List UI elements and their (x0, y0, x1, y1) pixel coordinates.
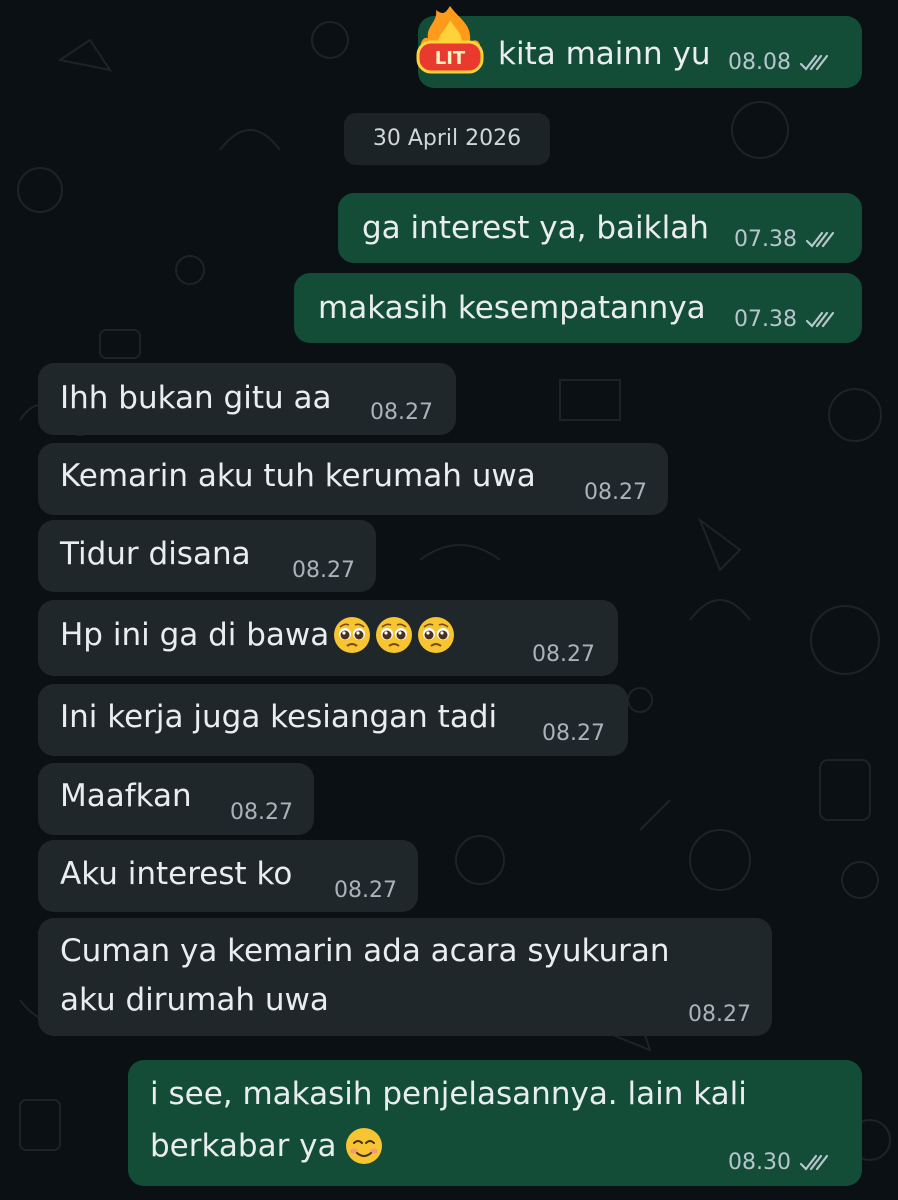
message-time: 08.27 (334, 878, 397, 903)
message-time: 08.08 (728, 50, 791, 75)
double-check-icon (799, 1154, 829, 1171)
double-check-icon (799, 54, 829, 71)
message-text-line-1: i see, makasih penjelasannya. lain kali (150, 1076, 747, 1112)
message-text: Maafkan (60, 778, 192, 814)
outgoing-message[interactable]: makasih kesempatannya 07.38 (294, 273, 862, 343)
incoming-message[interactable]: Hp ini ga di bawa 08.27 (38, 600, 618, 676)
message-text: Ini kerja juga kesiangan tadi (60, 699, 498, 735)
double-check-icon (805, 311, 835, 328)
message-time: 08.27 (688, 1002, 751, 1027)
incoming-message[interactable]: Ihh bukan gitu aa 08.27 (38, 363, 456, 435)
date-separator: 30 April 2026 (344, 113, 550, 165)
message-meta: 08.27 (584, 480, 647, 505)
outgoing-message[interactable]: ga interest ya, baiklah 07.38 (338, 193, 862, 263)
svg-text:LIT: LIT (435, 48, 466, 69)
message-text-line-2: aku dirumah uwa (60, 982, 329, 1018)
message-meta: 08.27 (230, 800, 293, 825)
chat-thread: LIT kita mainn yu 08.08 30 April 2026 ga… (0, 0, 898, 1200)
message-time: 08.27 (230, 800, 293, 825)
message-text-line-1: Cuman ya kemarin ada acara syukuran (60, 933, 670, 969)
message-meta: 07.38 (734, 307, 839, 332)
message-text: Tidur disana (60, 536, 251, 572)
outgoing-message[interactable]: LIT kita mainn yu 08.08 (416, 6, 862, 88)
message-meta: 08.27 (334, 878, 397, 903)
message-text: Kemarin aku tuh kerumah uwa (60, 458, 536, 494)
pleading-face-icon (376, 617, 412, 653)
incoming-message[interactable]: Kemarin aku tuh kerumah uwa 08.27 (38, 443, 668, 515)
message-time: 08.27 (584, 480, 647, 505)
incoming-message[interactable]: Cuman ya kemarin ada acara syukuran aku … (38, 918, 772, 1036)
message-meta: 08.30 (728, 1150, 833, 1175)
message-text-line-2: berkabar ya (150, 1128, 337, 1164)
message-time: 08.30 (728, 1150, 791, 1175)
message-meta: 08.27 (542, 721, 605, 746)
message-text: Ihh bukan gitu aa (60, 380, 332, 416)
message-meta: 08.27 (370, 400, 433, 425)
message-meta: 08.27 (292, 558, 355, 583)
smiling-face-icon (346, 1128, 382, 1164)
incoming-message[interactable]: Maafkan 08.27 (38, 763, 314, 835)
message-text: makasih kesempatannya (318, 290, 706, 326)
message-time: 08.27 (532, 642, 595, 667)
message-meta: 08.08 (728, 50, 833, 75)
pleading-face-icon (418, 617, 454, 653)
message-text: Aku interest ko (60, 856, 293, 892)
outgoing-message[interactable]: i see, makasih penjelasannya. lain kali … (128, 1060, 862, 1186)
message-time: 07.38 (734, 307, 797, 332)
incoming-message[interactable]: Tidur disana 08.27 (38, 520, 376, 592)
incoming-message[interactable]: Aku interest ko 08.27 (38, 840, 418, 912)
message-meta: 08.27 (688, 1002, 751, 1027)
double-check-icon (805, 231, 835, 248)
message-meta: 08.27 (532, 642, 595, 667)
pleading-face-emoji-group (332, 615, 456, 655)
message-time: 08.27 (292, 558, 355, 583)
lit-sticker-icon: LIT (416, 6, 484, 74)
message-text: ga interest ya, baiklah (362, 210, 709, 246)
message-text: kita mainn yu (498, 36, 711, 72)
pleading-face-icon (334, 617, 370, 653)
message-time: 08.27 (542, 721, 605, 746)
incoming-message[interactable]: Ini kerja juga kesiangan tadi 08.27 (38, 684, 628, 756)
message-time: 08.27 (370, 400, 433, 425)
message-text: Hp ini ga di bawa (60, 617, 330, 653)
message-time: 07.38 (734, 227, 797, 252)
message-meta: 07.38 (734, 227, 839, 252)
